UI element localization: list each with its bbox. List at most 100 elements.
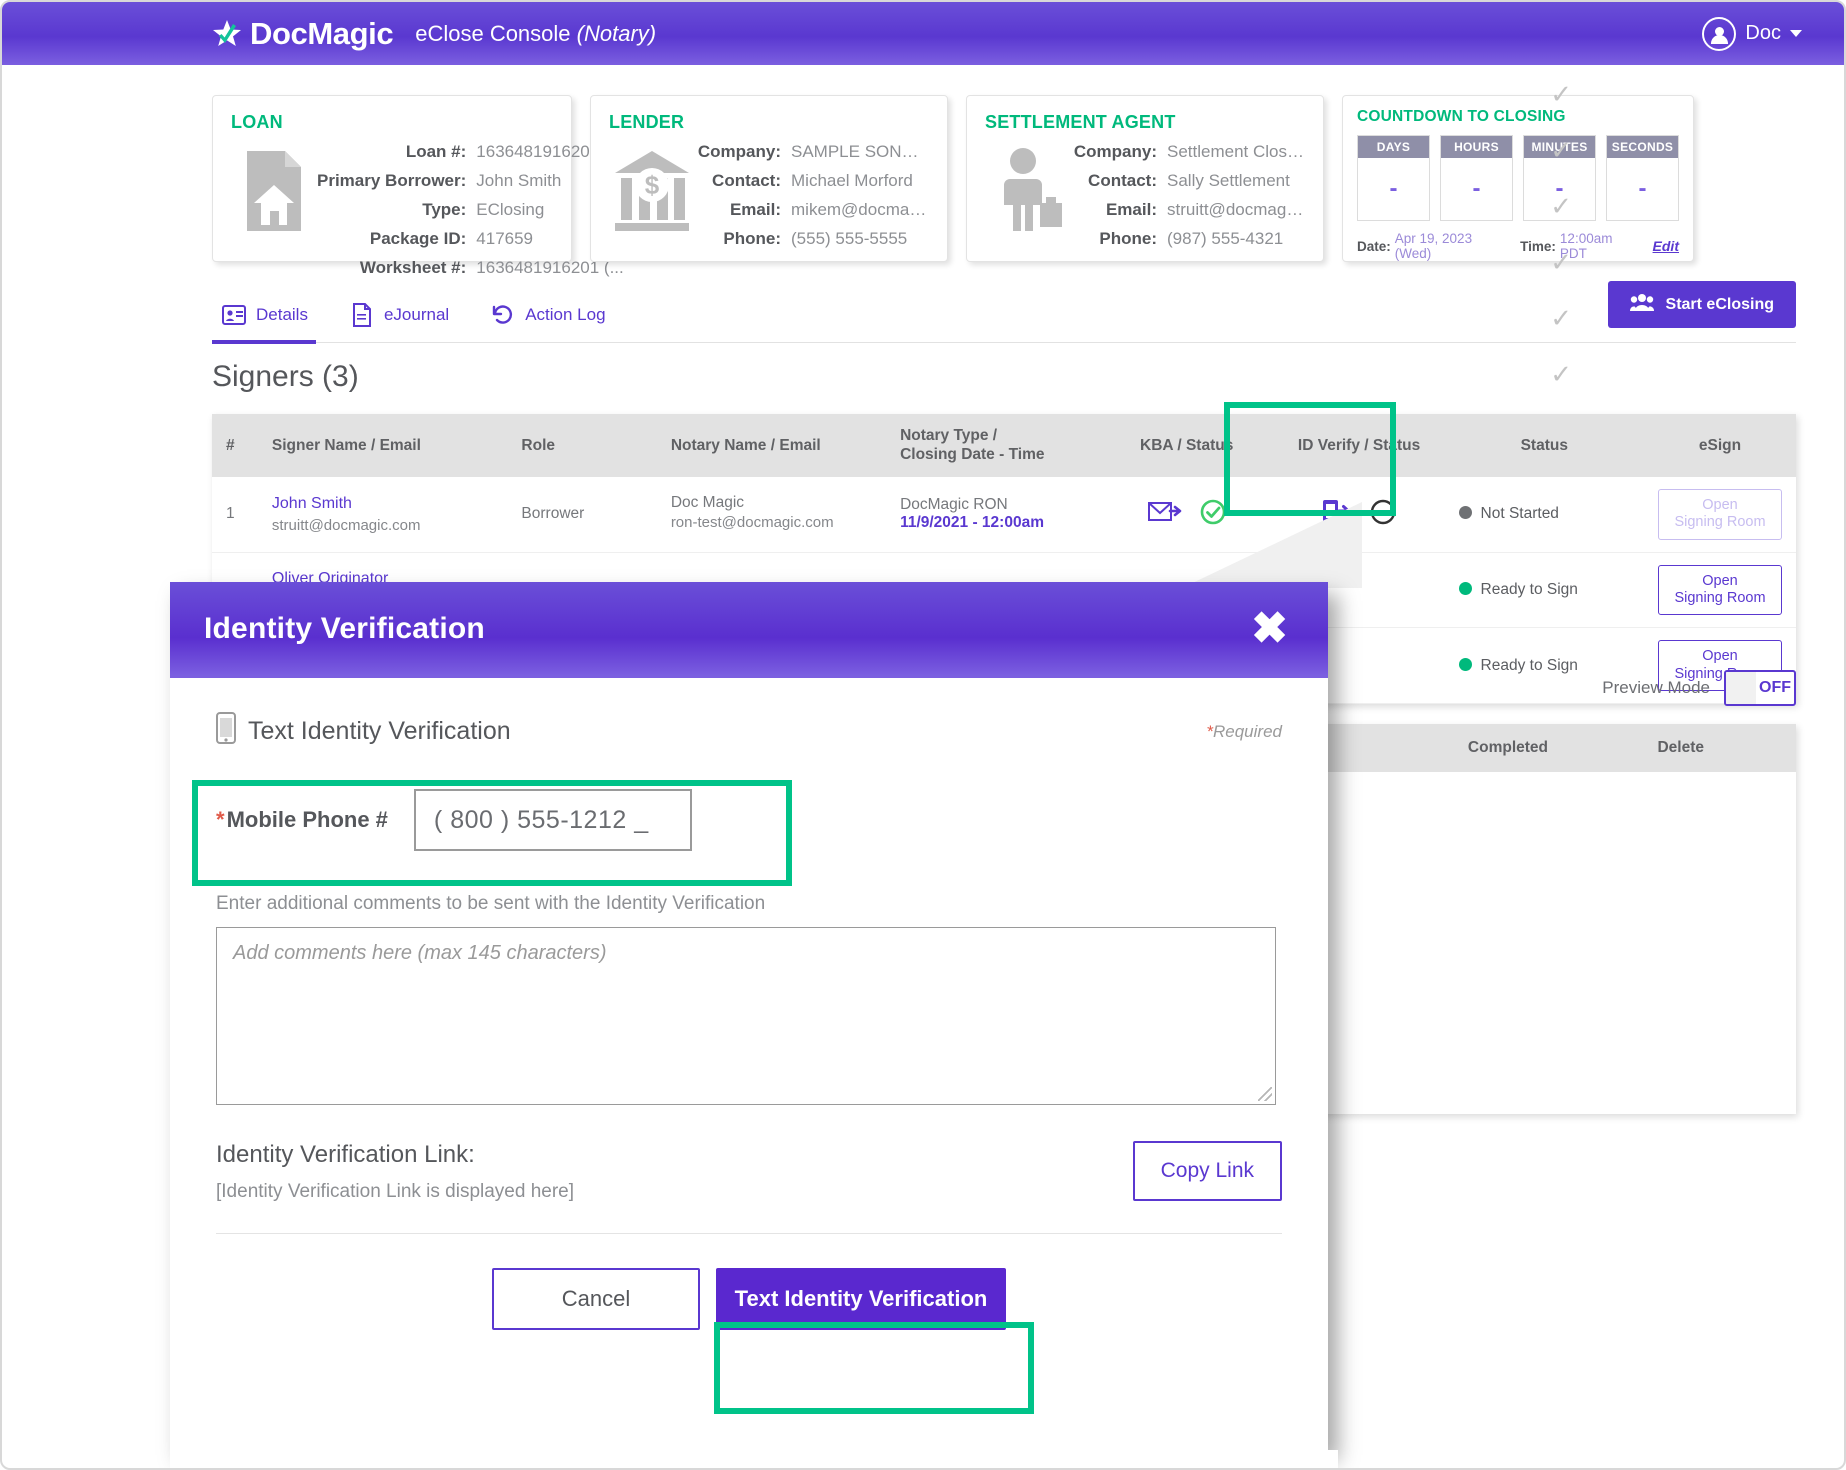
chevron-down-icon — [1790, 30, 1802, 37]
cancel-button[interactable]: Cancel — [492, 1268, 700, 1330]
field-key: Company: — [697, 142, 781, 161]
app-window: DocMagic eClose Console (Notary) Doc LOA… — [0, 0, 1846, 1470]
loan-card-title: LOAN — [231, 112, 283, 132]
field-value: Settlement Closing... — [1167, 142, 1305, 161]
settlement-field-row: Company: Settlement Closing... — [1071, 137, 1305, 166]
countdown-units: DAYS - HOURS - MINUTES - SECONDS - — [1357, 135, 1679, 221]
status-label: Not Started — [1480, 505, 1559, 523]
col-notary-type: Notary Type / Closing Date - Time — [886, 414, 1100, 477]
countdown-unit-hours: HOURS - — [1440, 135, 1513, 221]
empty-circle-icon — [1370, 499, 1396, 530]
status-dot-icon — [1458, 657, 1472, 671]
row-status: Not Started — [1444, 476, 1644, 553]
col-signer: Signer Name / Email — [257, 414, 508, 477]
comments-label: Enter additional comments to be sent wit… — [216, 893, 766, 914]
loan-field-row: Type: EClosing — [317, 195, 626, 224]
row-signer: John Smith struitt@docmagic.com — [257, 476, 508, 553]
required-note-label: Required — [1213, 721, 1282, 741]
brand-name: DocMagic — [250, 15, 394, 51]
status-label: Ready to Sign — [1480, 656, 1578, 674]
mobile-phone-label: *Mobile Phone # — [216, 807, 388, 833]
row-kba — [1099, 476, 1274, 553]
modal-title: Identity Verification — [204, 611, 485, 645]
status-dot-icon — [1458, 581, 1472, 595]
app-subtitle: eClose Console (Notary) — [415, 21, 656, 47]
tab-details[interactable]: Details — [212, 287, 340, 344]
copy-link-button[interactable]: Copy Link — [1132, 1141, 1282, 1201]
lender-field-row: Phone: (555) 555-5555 — [695, 224, 929, 253]
close-x-icon[interactable]: ✖ — [1251, 606, 1288, 651]
loan-field-row: Package ID: 417659 — [317, 224, 626, 253]
modal-section-title: Text Identity Verification — [248, 717, 511, 745]
preview-mode-toggle[interactable]: OFF — [1724, 670, 1796, 706]
start-eclosing-button[interactable]: Start eClosing — [1607, 281, 1796, 328]
table-header-row: # Signer Name / Email Role Notary Name /… — [212, 414, 1796, 477]
row-notary-type: DocMagic RON 11/9/2021 - 12:00am — [886, 476, 1100, 553]
user-circle-icon — [1702, 16, 1737, 51]
countdown-edit-link[interactable]: Edit — [1653, 238, 1679, 254]
star-icon — [212, 19, 242, 49]
tab-ejournal[interactable]: eJournal — [340, 287, 481, 343]
checkmark-icon: ✓ — [1550, 190, 1572, 221]
lender-field-row: Email: mikem@docmagic... — [695, 195, 929, 224]
row-status: Ready to Sign — [1444, 552, 1644, 629]
lender-card-fields: Company: SAMPLE SONS L... Contact: Micha… — [695, 137, 929, 253]
resize-grip-icon[interactable] — [1258, 1087, 1272, 1101]
lender-field-row: Contact: Michael Morford — [695, 166, 929, 195]
col-kba: KBA / Status — [1099, 414, 1274, 477]
countdown-unit-value: - — [1638, 175, 1647, 202]
settlement-field-row: Email: struitt@docmagic.c... — [1071, 195, 1305, 224]
field-value: Michael Morford — [791, 171, 913, 190]
col-completed: Completed — [1467, 739, 1548, 756]
checkmark-icon: ✓ — [1550, 246, 1572, 277]
status-label: Ready to Sign — [1480, 580, 1578, 598]
col-id-verify: ID Verify / Status — [1273, 414, 1445, 477]
person-briefcase-icon — [985, 137, 1071, 253]
page-title: Signers (3) — [212, 360, 359, 393]
open-signing-room-button[interactable]: Open Signing Room — [1658, 488, 1782, 540]
envelope-send-icon[interactable] — [1147, 499, 1182, 530]
row-number: 1 — [212, 476, 258, 553]
people-group-icon — [1629, 293, 1654, 316]
required-note: *Required — [1206, 722, 1282, 742]
user-menu-label: Doc — [1745, 22, 1781, 44]
document-icon — [350, 302, 374, 327]
loan-field-row: Worksheet #: 1636481916201 (... — [317, 253, 626, 282]
col-number: # — [212, 414, 258, 477]
loan-card: LOAN Loan #: 1636481916201 Primary Borro… — [212, 95, 624, 277]
user-menu[interactable]: Doc — [1702, 16, 1802, 51]
table-row[interactable]: 1 John Smith struitt@docmagic.com Borrow… — [212, 476, 1796, 553]
field-key: Email: — [1105, 200, 1157, 219]
field-key: Type: — [422, 200, 467, 219]
tab-action-log[interactable]: Action Log — [481, 287, 637, 343]
app-subtitle-role: (Notary) — [576, 20, 657, 46]
countdown-date-value: Apr 19, 2023 (Wed) — [1394, 231, 1473, 261]
checkmark-icon: ✓ — [1550, 302, 1572, 333]
toggle-state-label: OFF — [1759, 679, 1791, 696]
countdown-title: COUNTDOWN TO CLOSING — [1357, 108, 1566, 125]
modal-header: Identity Verification ✖ — [170, 582, 1328, 678]
tab-action-log-label: Action Log — [525, 304, 606, 324]
text-identity-verification-button[interactable]: Text Identity Verification — [716, 1268, 1006, 1330]
settlement-agent-card: SETTLEMENT AGENT Company: Settlement Clo… — [966, 95, 1324, 262]
settlement-card-fields: Company: Settlement Closing... Contact: … — [1071, 137, 1305, 253]
modal-bottom-edge — [170, 1450, 1338, 1468]
closing-datetime: 11/9/2021 - 12:00am — [900, 514, 1044, 532]
field-value: mikem@docmagic... — [791, 200, 929, 219]
open-signing-room-button[interactable]: Open Signing Room — [1658, 564, 1782, 616]
settlement-field-row: Phone: (987) 555-4321 — [1071, 224, 1305, 253]
col-esign: eSign — [1644, 414, 1796, 477]
bank-icon: $ — [609, 137, 695, 253]
signer-name[interactable]: John Smith — [272, 492, 494, 515]
mobile-phone-icon — [216, 712, 236, 751]
tab-details-label: Details — [256, 304, 308, 324]
col-status: Status — [1444, 414, 1644, 477]
field-key: Phone: — [1099, 229, 1157, 248]
countdown-unit-days: DAYS - — [1357, 135, 1430, 221]
required-asterisk: * — [1206, 721, 1213, 741]
comments-textarea[interactable]: Add comments here (max 145 characters) — [216, 927, 1276, 1105]
countdown-date-label: Date: — [1357, 238, 1391, 254]
mobile-phone-input[interactable]: ( 800 ) 555-1212 _ — [413, 789, 692, 851]
identity-verification-link-title: Identity Verification Link: — [216, 1141, 475, 1168]
signers-table-header: # Signer Name / Email Role Notary Name /… — [212, 414, 1796, 477]
